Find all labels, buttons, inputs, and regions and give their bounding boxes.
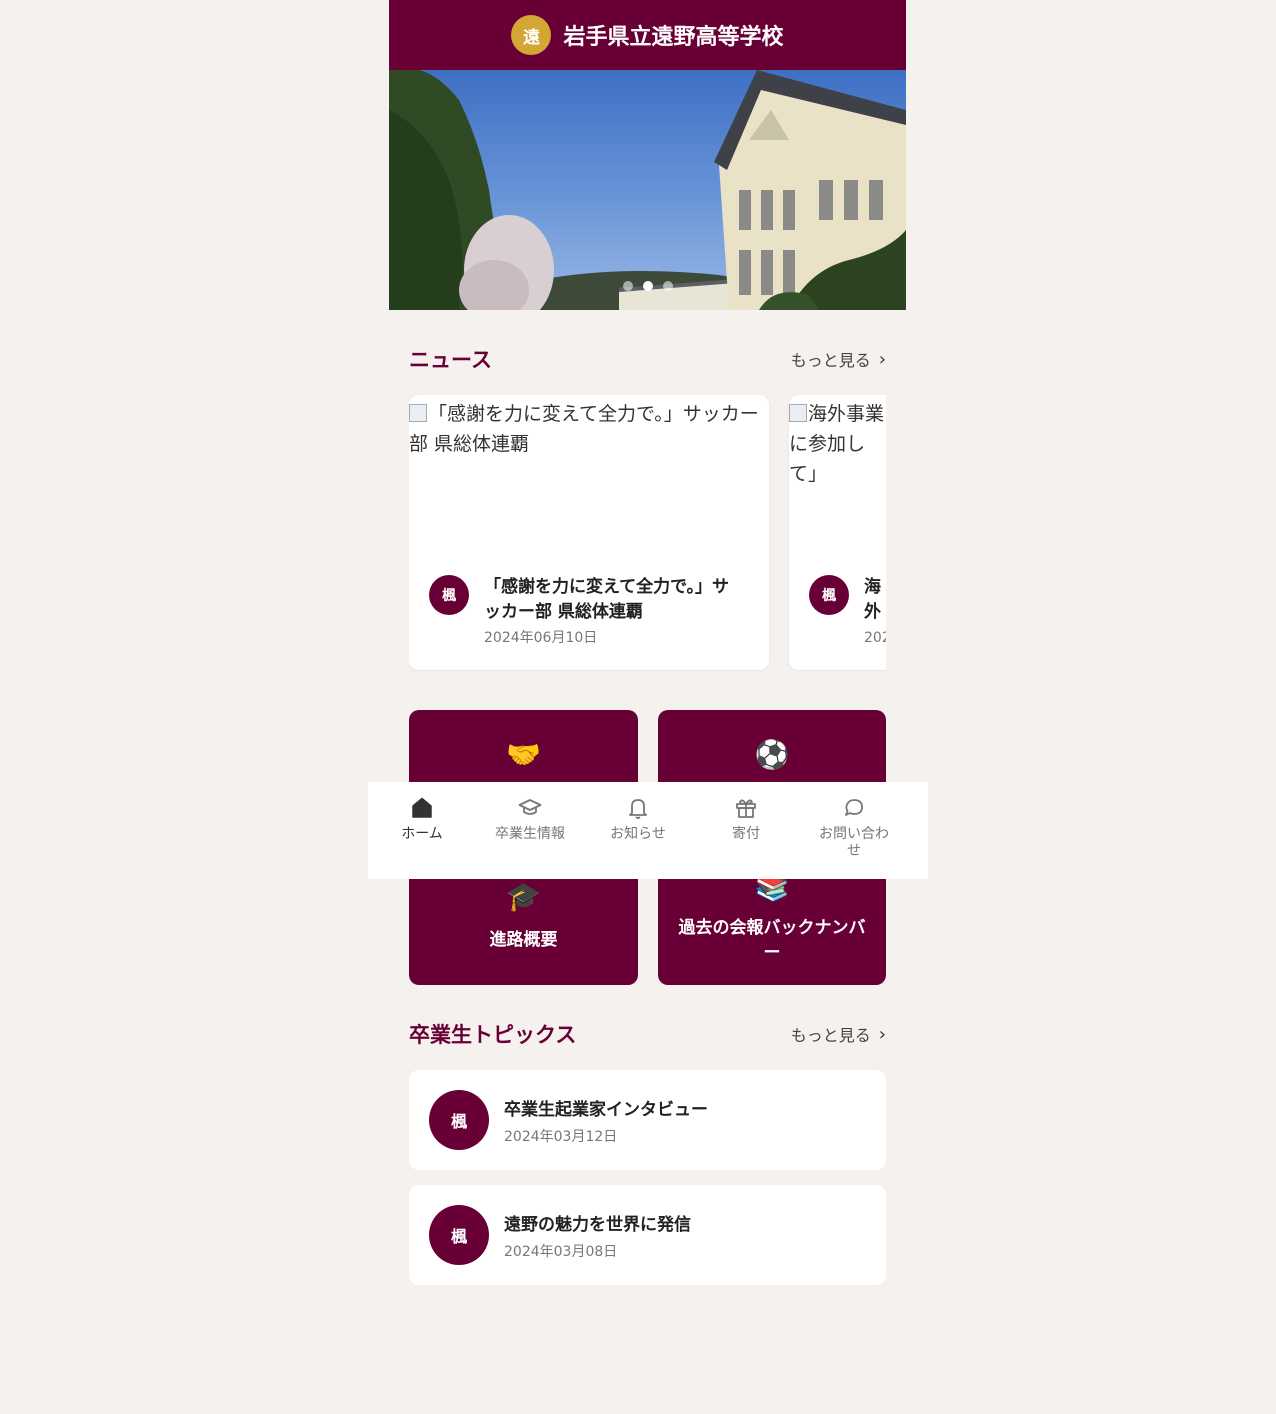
avatar: 楓 bbox=[429, 575, 469, 615]
topic-card[interactable]: 楓 卒業生起業家インタビュー 2024年03月12日 bbox=[409, 1070, 886, 1170]
chevron-right-icon: › bbox=[878, 1023, 886, 1045]
tile-label: 進路概要 bbox=[489, 930, 558, 950]
topics-more-link[interactable]: もっと見る › bbox=[791, 1022, 886, 1046]
news-card[interactable]: 海外事業に参加して」 楓 海外事業に参加して 2024年 bbox=[789, 395, 886, 670]
chat-bubble-icon bbox=[845, 799, 863, 816]
news-title: 「感謝を力に変えて全力で。」サッカー部 県総体連覇 bbox=[484, 577, 729, 622]
nav-item-notices[interactable]: お知らせ bbox=[584, 796, 692, 879]
graduation-cap-icon bbox=[518, 799, 542, 815]
hero-school-photo bbox=[389, 70, 906, 310]
bottom-nav: ホーム 卒業生情報 お知らせ 寄付 お問い合わせ bbox=[368, 782, 928, 879]
home-icon bbox=[412, 797, 432, 818]
news-image-alt-text: 「感謝を力に変えて全力で。」サッカー部 県総体連覇 bbox=[409, 403, 759, 455]
hero-carousel[interactable] bbox=[389, 70, 906, 310]
carousel-dot-active[interactable] bbox=[642, 281, 653, 291]
topic-title: 遠野の魅力を世界に発信 bbox=[504, 1214, 691, 1235]
topic-card[interactable]: 楓 遠野の魅力を世界に発信 2024年03月08日 bbox=[409, 1185, 886, 1285]
news-meta: 楓 「感謝を力に変えて全力で。」サッカー部 県総体連覇 2024年06月10日 bbox=[429, 575, 744, 647]
topic-title: 卒業生起業家インタビュー bbox=[504, 1099, 708, 1120]
avatar: 楓 bbox=[429, 1205, 489, 1265]
carousel-dot[interactable] bbox=[622, 281, 633, 291]
app-header: 遠 岩手県立遠野高等学校 bbox=[389, 0, 906, 70]
avatar: 楓 bbox=[809, 575, 849, 615]
topics-section-header: 卒業生トピックス もっと見る › bbox=[389, 1019, 906, 1049]
nav-item-contact[interactable]: お問い合わせ bbox=[800, 796, 908, 879]
news-date: 2024年06月10日 bbox=[484, 630, 598, 646]
news-image-broken: 海外事業に参加して」 bbox=[789, 395, 886, 489]
news-card[interactable]: 「感謝を力に変えて全力で。」サッカー部 県総体連覇 楓 「感謝を力に変えて全力で… bbox=[409, 395, 769, 670]
bell-icon bbox=[629, 799, 647, 819]
app-screen: 遠 岩手県立遠野高等学校 ニュース もっと見る › 「感謝を力に変えて全力で。」… bbox=[389, 0, 906, 1414]
nav-label: お知らせ bbox=[610, 826, 666, 842]
nav-item-alumni[interactable]: 卒業生情報 bbox=[476, 796, 584, 879]
chevron-right-icon: › bbox=[878, 348, 886, 370]
news-more-link[interactable]: もっと見る › bbox=[791, 347, 886, 371]
carousel-dots bbox=[622, 281, 673, 291]
news-carousel[interactable]: 「感謝を力に変えて全力で。」サッカー部 県総体連覇 楓 「感謝を力に変えて全力で… bbox=[409, 395, 886, 671]
topic-date: 2024年03月12日 bbox=[504, 1128, 618, 1145]
nav-label: お問い合わせ bbox=[819, 826, 889, 859]
news-title: 海外事業に参加して bbox=[864, 577, 881, 622]
news-meta: 楓 海外事業に参加して 2024年 bbox=[809, 575, 886, 647]
avatar: 楓 bbox=[429, 1090, 489, 1150]
broken-image-icon bbox=[409, 404, 427, 422]
school-name: 岩手県立遠野高等学校 bbox=[563, 24, 784, 50]
graduation-cap-icon: 🎓 bbox=[506, 880, 541, 913]
nav-label: ホーム bbox=[401, 826, 443, 842]
carousel-dot[interactable] bbox=[662, 281, 673, 291]
nav-item-donate[interactable]: 寄付 bbox=[692, 796, 800, 879]
news-image-broken: 「感謝を力に変えて全力で。」サッカー部 県総体連覇 bbox=[409, 395, 759, 459]
topics-section-title: 卒業生トピックス bbox=[409, 1022, 577, 1047]
nav-label: 卒業生情報 bbox=[495, 826, 565, 842]
nav-item-home[interactable]: ホーム bbox=[368, 796, 476, 879]
school-logo: 遠 bbox=[511, 15, 552, 55]
more-link-label: もっと見る bbox=[790, 1026, 871, 1045]
tile-label: 過去の会報バックナンバー bbox=[678, 918, 866, 963]
news-section-header: ニュース もっと見る › bbox=[389, 344, 906, 374]
nav-label: 寄付 bbox=[732, 826, 760, 842]
news-date: 2024年 bbox=[864, 630, 886, 646]
gift-icon bbox=[736, 799, 756, 818]
soccer-ball-icon: ⚽ bbox=[754, 738, 790, 771]
handshake-icon: 🤝 bbox=[506, 738, 541, 771]
news-section-title: ニュース bbox=[409, 347, 492, 372]
topic-date: 2024年03月08日 bbox=[504, 1243, 618, 1260]
broken-image-icon bbox=[789, 404, 807, 422]
more-link-label: もっと見る bbox=[790, 351, 871, 370]
